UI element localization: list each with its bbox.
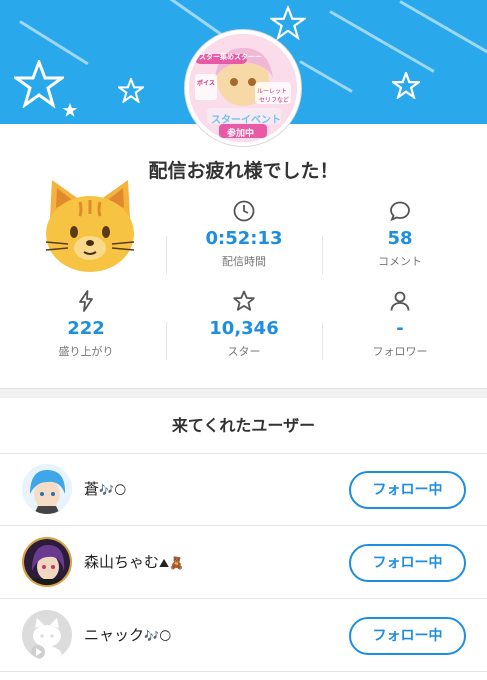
user-row[interactable]: 森山ちゃむ⛰🧸 フォロー中 [0, 527, 487, 599]
stat-value: 222 [67, 318, 105, 339]
stat-divider [322, 322, 323, 360]
section-separator [0, 388, 487, 398]
stat-label: 配信時間 [222, 255, 266, 268]
stat-comments: 58 コメント [322, 198, 478, 269]
clock-icon [166, 198, 322, 224]
banner-star-icon [14, 60, 64, 108]
user-emoji: ⛰🧸 [159, 556, 185, 570]
follow-button[interactable]: フォロー中 [349, 617, 466, 655]
stat-excitement: 222 盛り上がり [8, 288, 164, 359]
user-avatar[interactable] [22, 610, 72, 660]
banner-stripe [399, 0, 487, 58]
banner-stripe [329, 10, 435, 73]
user-name-text: 蒼 [84, 480, 100, 498]
follow-button[interactable]: フォロー中 [349, 544, 466, 582]
user-name[interactable]: 森山ちゃむ⛰🧸 [84, 551, 184, 572]
stat-divider [166, 236, 167, 274]
user-avatar[interactable] [22, 537, 72, 587]
user-row[interactable]: ニャック🎶🌕 フォロー中 [0, 600, 487, 672]
blue-hair-avatar-icon [22, 464, 72, 514]
user-emoji: 🎶🌕 [144, 629, 172, 643]
stat-label: コメント [378, 255, 422, 268]
stat-label: スター [227, 345, 261, 358]
stat-divider [322, 236, 323, 274]
banner-stripe [19, 20, 89, 66]
banner-star-icon [392, 72, 420, 99]
avatar-caption-2: ボイス [197, 80, 215, 87]
stat-value: - [396, 318, 404, 339]
streamer-avatar[interactable]: スター集めスターー ボイス ルーレット セリフなど スターイベント 参加中 [185, 30, 301, 146]
user-name[interactable]: ニャック🎶🌕 [84, 624, 171, 645]
user-name[interactable]: 蒼🎶🌕 [84, 478, 126, 499]
streamer-avatar-image: スター集めスターー ボイス ルーレット セリフなど スターイベント 参加中 [189, 34, 297, 142]
follow-button[interactable]: フォロー中 [349, 471, 466, 509]
stat-label: 盛り上がり [58, 345, 114, 358]
user-row[interactable]: 蒼🎶🌕 フォロー中 [0, 454, 487, 526]
user-avatar[interactable] [22, 464, 72, 514]
banner-star-icon [118, 78, 144, 103]
banner-star-icon [270, 6, 306, 40]
banner-star-icon [62, 102, 78, 117]
stat-followers: - フォロワー [322, 288, 478, 359]
stat-divider [166, 322, 167, 360]
user-emoji: 🎶🌕 [99, 483, 127, 497]
avatar-caption-1: スター集めスターー [199, 53, 262, 61]
avatar-caption-6: 参加中 [227, 129, 255, 139]
purple-hair-avatar-icon [24, 539, 70, 585]
banner-stripe [299, 60, 353, 93]
person-icon [322, 288, 478, 314]
avatar-caption-4: セリフなど [259, 97, 290, 104]
stat-stars: 10,346 スター [166, 288, 322, 359]
star-icon [166, 288, 322, 314]
cat-face-icon [45, 180, 135, 272]
avatar-caption-5: スターイベント [211, 115, 281, 126]
avatar-caption-3: ルーレット [257, 88, 288, 95]
visitors-section-title: 来てくれたユーザー [0, 398, 487, 454]
stat-value: 0:52:13 [205, 228, 283, 249]
stat-value: 10,346 [209, 318, 279, 339]
default-cat-avatar-icon [22, 610, 72, 660]
stat-label: フォロワー [372, 345, 428, 358]
stat-value: 58 [387, 228, 413, 249]
stat-duration: 0:52:13 配信時間 [166, 198, 322, 269]
user-name-text: ニャック [84, 626, 145, 644]
comment-icon [322, 198, 478, 224]
user-name-text: 森山ちゃむ [84, 553, 160, 571]
lightning-icon [8, 288, 164, 314]
